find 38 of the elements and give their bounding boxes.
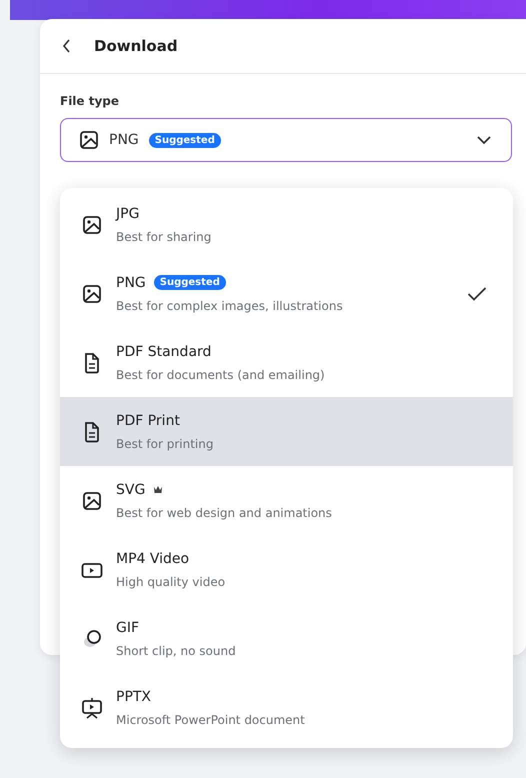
option-name: PPTX xyxy=(116,688,152,704)
file-type-option[interactable]: MP4 Video High quality video xyxy=(60,535,513,604)
option-description: Best for sharing xyxy=(116,230,212,244)
option-description: Best for complex images, illustrations xyxy=(116,298,343,312)
file-type-option[interactable]: SVG Best for web design and animations xyxy=(60,466,513,535)
option-name: MP4 Video xyxy=(116,550,190,566)
file-type-option[interactable]: PNG Suggested Best for complex images, illustrations xyxy=(60,259,513,328)
presentation-icon xyxy=(81,696,103,718)
option-description: High quality video xyxy=(116,574,226,588)
panel-title: Download xyxy=(94,37,178,55)
option-name: GIF xyxy=(116,620,140,636)
gif-icon xyxy=(81,628,103,650)
chevron-down-icon xyxy=(477,136,491,144)
image-icon xyxy=(81,214,103,234)
suggested-tag: Suggested xyxy=(154,275,226,290)
option-description: Microsoft PowerPoint document xyxy=(116,712,305,726)
image-icon xyxy=(81,284,103,304)
option-description: Best for web design and animations xyxy=(116,506,332,520)
file-type-option[interactable]: PDF Print Best for printing xyxy=(60,397,513,466)
file-type-option[interactable]: PDF Standard Best for documents (and emailing) xyxy=(60,328,513,397)
option-description: Short clip, no sound xyxy=(116,644,236,658)
file-type-option[interactable]: JPG Best for sharing xyxy=(60,190,513,259)
field-label: File type xyxy=(60,94,120,108)
option-description: Best for documents (and emailing) xyxy=(116,368,325,382)
option-name: PDF Standard xyxy=(116,344,212,360)
file-type-dropdown[interactable]: PNG Suggested xyxy=(60,118,512,162)
image-icon xyxy=(79,130,99,150)
file-type-option[interactable]: GIF Short clip, no sound xyxy=(60,604,513,673)
option-name: PNG xyxy=(116,274,146,290)
suggested-tag: Suggested xyxy=(148,132,221,148)
image-icon xyxy=(81,490,103,510)
file-type-option[interactable]: PPTX Microsoft PowerPoint document xyxy=(60,673,513,742)
option-name: PDF Print xyxy=(116,412,180,428)
option-description: Best for printing xyxy=(116,436,214,450)
back-icon[interactable] xyxy=(62,39,72,53)
option-name: JPG xyxy=(116,206,140,222)
option-name: SVG xyxy=(116,482,146,498)
video-icon xyxy=(81,560,103,578)
